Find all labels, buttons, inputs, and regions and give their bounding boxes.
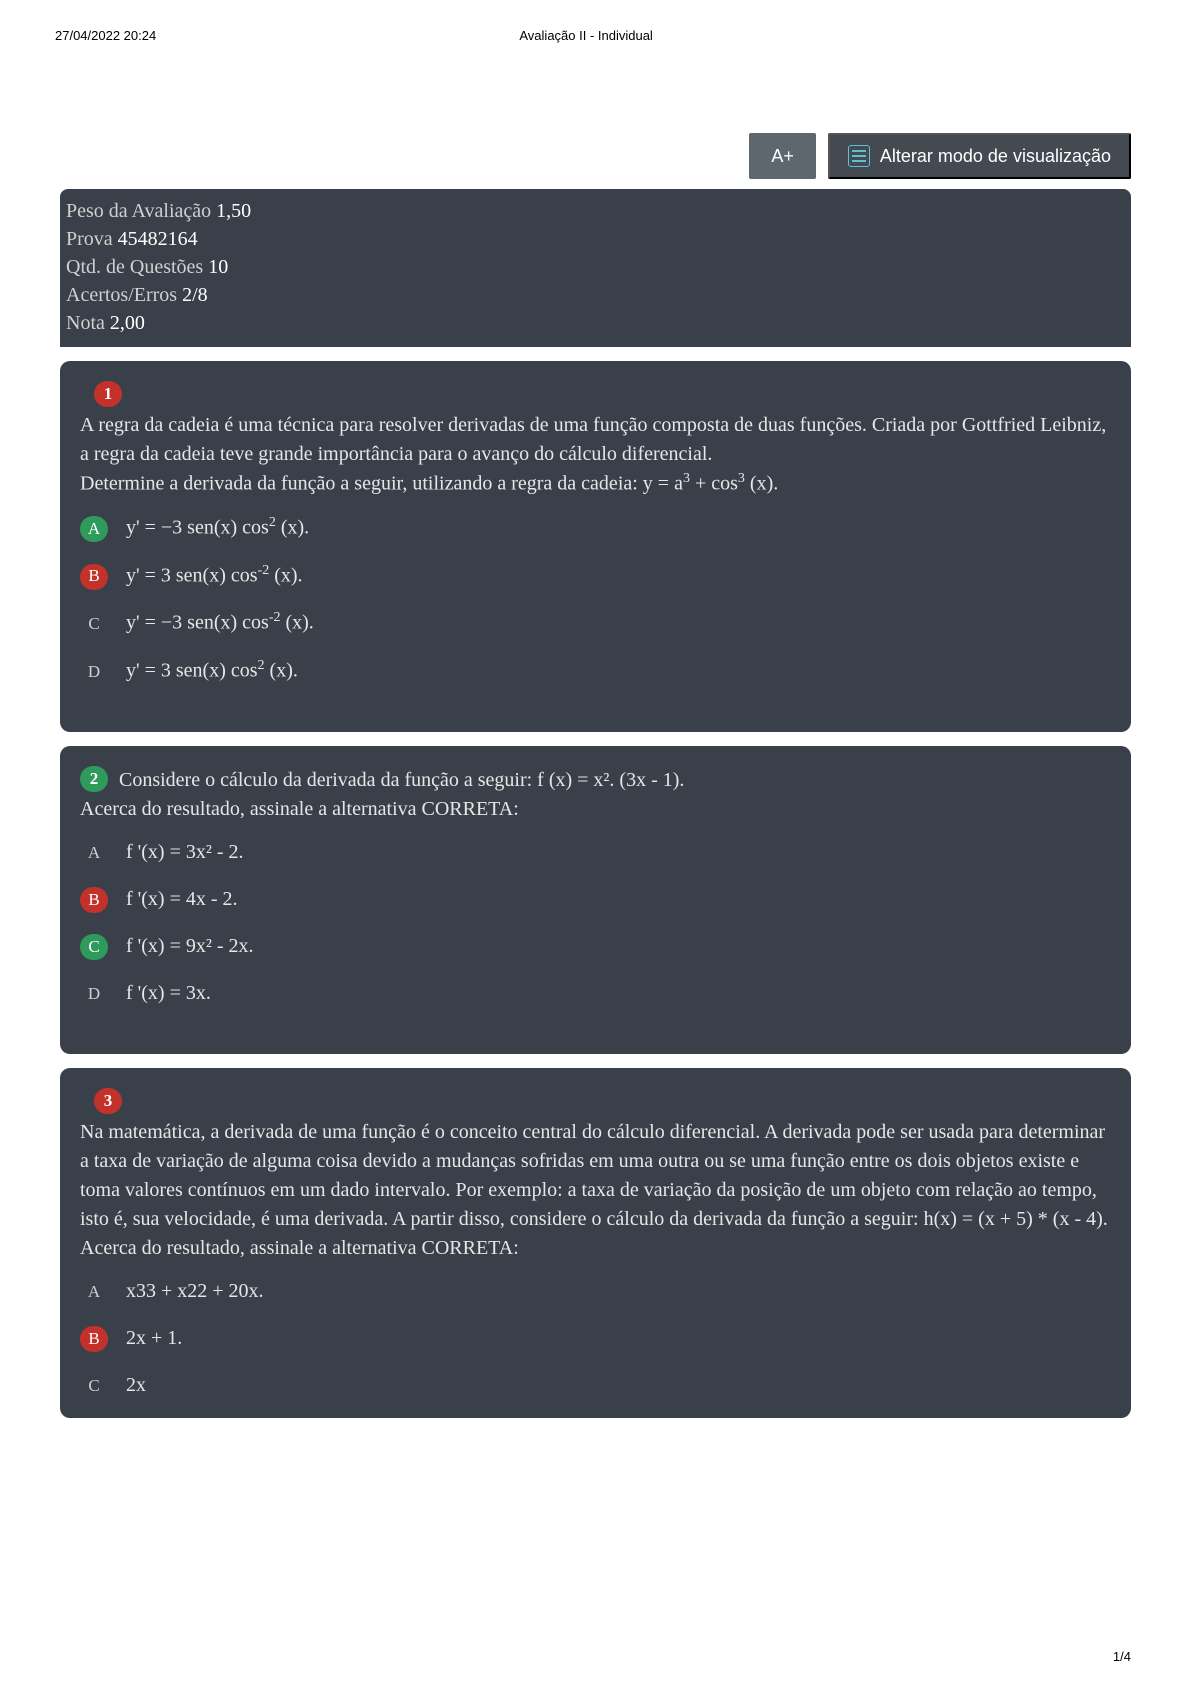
assessment-meta: Peso da Avaliação 1,50 Prova 45482164 Qt… bbox=[60, 189, 1131, 347]
question-1: 1 A regra da cadeia é uma técnica para r… bbox=[60, 361, 1131, 732]
option-letter: D bbox=[80, 981, 108, 1007]
option-text: 2x bbox=[126, 1371, 1111, 1400]
meta-nota-label: Nota bbox=[66, 312, 110, 334]
option-text: f '(x) = 3x² - 2. bbox=[126, 838, 1111, 867]
option-text: y' = −3 sen(x) cos-2 (x). bbox=[126, 608, 1111, 638]
font-size-button[interactable]: A+ bbox=[749, 133, 816, 179]
option-d[interactable]: D f '(x) = 3x. bbox=[80, 979, 1111, 1008]
question-text: A regra da cadeia é uma técnica para res… bbox=[80, 411, 1111, 469]
option-letter: C bbox=[80, 1373, 108, 1399]
question-text-2: Acerca do resultado, assinale a alternat… bbox=[80, 795, 1111, 824]
option-letter: B bbox=[80, 887, 108, 913]
meta-peso-label: Peso da Avaliação bbox=[66, 200, 216, 222]
meta-acertos-value: 2/8 bbox=[182, 284, 208, 306]
option-text: f '(x) = 4x - 2. bbox=[126, 885, 1111, 914]
question-number-badge: 2 bbox=[80, 766, 108, 792]
question-number-badge: 3 bbox=[94, 1088, 122, 1114]
question-text-2: Acerca do resultado, assinale a alternat… bbox=[80, 1234, 1111, 1263]
meta-acertos-label: Acertos/Erros bbox=[66, 284, 182, 306]
option-letter: A bbox=[80, 516, 108, 542]
option-a[interactable]: A f '(x) = 3x² - 2. bbox=[80, 838, 1111, 867]
page-header: 27/04/2022 20:24 Avaliação II - Individu… bbox=[0, 0, 1191, 43]
option-c[interactable]: C f '(x) = 9x² - 2x. bbox=[80, 932, 1111, 961]
page-footer: 1/4 bbox=[1113, 1649, 1131, 1664]
header-title: Avaliação II - Individual bbox=[519, 28, 652, 43]
option-letter: C bbox=[80, 611, 108, 637]
option-text: x33 + x22 + 20x. bbox=[126, 1277, 1111, 1306]
option-d[interactable]: D y' = 3 sen(x) cos2 (x). bbox=[80, 656, 1111, 686]
question-text: Na matemática, a derivada de uma função … bbox=[80, 1118, 1111, 1234]
view-mode-label: Alterar modo de visualização bbox=[880, 146, 1111, 167]
option-text: f '(x) = 9x² - 2x. bbox=[126, 932, 1111, 961]
option-letter: D bbox=[80, 659, 108, 685]
option-letter: A bbox=[80, 840, 108, 866]
meta-qtd-label: Qtd. de Questões bbox=[66, 256, 208, 278]
option-b[interactable]: B 2x + 1. bbox=[80, 1324, 1111, 1353]
view-mode-button[interactable]: Alterar modo de visualização bbox=[828, 133, 1131, 179]
meta-qtd-value: 10 bbox=[208, 256, 228, 278]
meta-prova-label: Prova bbox=[66, 228, 118, 250]
question-text-2: Determine a derivada da função a seguir,… bbox=[80, 469, 1111, 499]
option-a[interactable]: A x33 + x22 + 20x. bbox=[80, 1277, 1111, 1306]
option-text: y' = −3 sen(x) cos2 (x). bbox=[126, 513, 1111, 543]
list-icon bbox=[848, 145, 870, 167]
toolbar: A+ Alterar modo de visualização bbox=[60, 133, 1131, 179]
option-b[interactable]: B f '(x) = 4x - 2. bbox=[80, 885, 1111, 914]
option-c[interactable]: C y' = −3 sen(x) cos-2 (x). bbox=[80, 608, 1111, 638]
option-text: y' = 3 sen(x) cos2 (x). bbox=[126, 656, 1111, 686]
meta-prova-value: 45482164 bbox=[118, 228, 198, 250]
meta-nota-value: 2,00 bbox=[110, 312, 145, 334]
option-letter: B bbox=[80, 564, 108, 590]
option-text: y' = 3 sen(x) cos-2 (x). bbox=[126, 561, 1111, 591]
header-timestamp: 27/04/2022 20:24 bbox=[55, 28, 156, 43]
option-a[interactable]: A y' = −3 sen(x) cos2 (x). bbox=[80, 513, 1111, 543]
option-c[interactable]: C 2x bbox=[80, 1371, 1111, 1400]
meta-peso-value: 1,50 bbox=[216, 200, 251, 222]
question-text: Considere o cálculo da derivada da funçã… bbox=[119, 769, 684, 791]
question-3: 3 Na matemática, a derivada de uma funçã… bbox=[60, 1068, 1131, 1418]
question-2: 2 Considere o cálculo da derivada da fun… bbox=[60, 746, 1131, 1054]
option-letter: A bbox=[80, 1279, 108, 1305]
option-letter: B bbox=[80, 1326, 108, 1352]
option-b[interactable]: B y' = 3 sen(x) cos-2 (x). bbox=[80, 561, 1111, 591]
option-text: 2x + 1. bbox=[126, 1324, 1111, 1353]
option-letter: C bbox=[80, 934, 108, 960]
option-text: f '(x) = 3x. bbox=[126, 979, 1111, 1008]
question-number-badge: 1 bbox=[94, 381, 122, 407]
